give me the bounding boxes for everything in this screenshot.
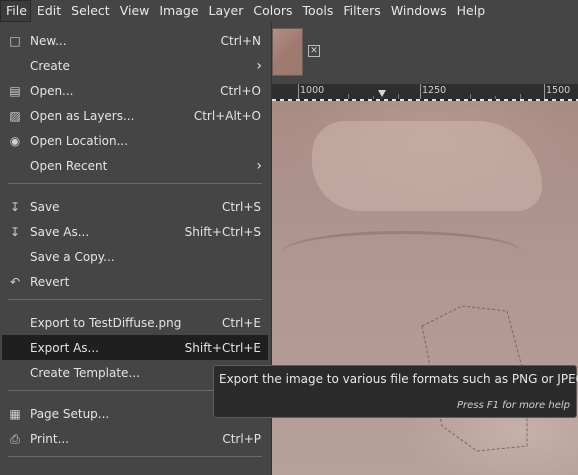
menu-item-open-location[interactable]: ◉ Open Location... [2,128,268,153]
menu-item-revert[interactable]: ↶ Revert [2,269,268,294]
menu-help[interactable]: Help [451,0,490,22]
open-icon: ▤ [9,83,21,98]
tooltip-help-hint: Press F1 for more help [456,400,570,411]
chevron-right-icon: › [256,157,262,174]
menu-item-save-a-copy[interactable]: Save a Copy... [2,244,268,269]
menu-file[interactable]: File [0,0,31,22]
menu-select[interactable]: Select [65,0,114,22]
page-setup-icon: ▦ [9,406,21,421]
close-tab-icon[interactable]: ✕ [308,45,320,57]
location-icon: ◉ [9,133,21,148]
save-as-icon: ↧ [9,224,21,239]
menu-item-new[interactable]: □ New... Ctrl+N [2,28,268,53]
revert-icon: ↶ [9,274,21,289]
menu-item-save[interactable]: ↧ Save Ctrl+S [2,194,268,219]
menu-layer[interactable]: Layer [203,0,248,22]
chevron-right-icon: › [256,57,262,74]
ruler-pointer-icon [378,90,386,97]
menu-item-export-as[interactable]: Export As... Shift+Ctrl+E [2,335,268,360]
menu-image[interactable]: Image [153,0,202,22]
menu-view[interactable]: View [114,0,154,22]
image-canvas[interactable] [272,101,578,475]
menu-item-create[interactable]: Create › [2,53,268,78]
menu-separator [8,456,262,457]
menu-colors[interactable]: Colors [247,0,296,22]
menu-item-save-as[interactable]: ↧ Save As... Shift+Ctrl+S [2,219,268,244]
menu-edit[interactable]: Edit [31,0,65,22]
uv-outline [421,305,528,452]
new-document-icon: □ [9,33,21,48]
menu-separator [8,299,262,300]
open-layers-icon: ▨ [9,108,21,123]
image-tab-bar: ✕ [272,22,578,84]
menu-item-print[interactable]: ⎙ Print... Ctrl+P [2,426,268,451]
menu-filters[interactable]: Filters [337,0,384,22]
ruler-label: 1250 [422,85,447,96]
menu-item-open-recent[interactable]: Open Recent › [2,153,268,178]
menubar: File Edit Select View Image Layer Colors… [0,0,578,22]
image-tab-thumbnail[interactable] [272,28,303,76]
menu-item-export-to[interactable]: Export to TestDiffuse.png Ctrl+E [2,310,268,335]
tooltip-text: Export the image to various file formats… [219,372,578,386]
save-icon: ↧ [9,199,21,214]
menu-separator [8,183,262,184]
ruler-label: 1000 [300,85,325,96]
menu-windows[interactable]: Windows [385,0,451,22]
menu-item-open[interactable]: ▤ Open... Ctrl+O [2,78,268,103]
menu-tools[interactable]: Tools [297,0,338,22]
menu-item-open-as-layers[interactable]: ▨ Open as Layers... Ctrl+Alt+O [2,103,268,128]
ruler-label: 1500 [546,85,571,96]
tooltip: Export the image to various file formats… [213,365,578,418]
print-icon: ⎙ [10,431,20,446]
